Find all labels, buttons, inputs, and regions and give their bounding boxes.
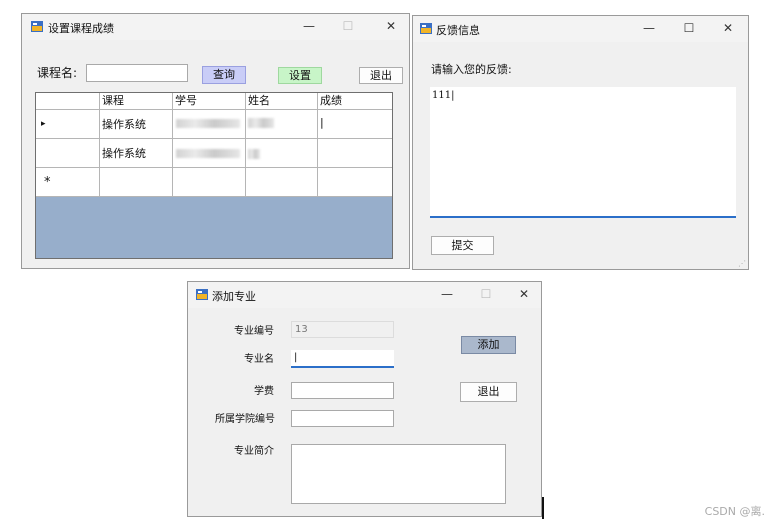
cell-course[interactable]: 操作系统 xyxy=(100,139,173,168)
row-indicator[interactable] xyxy=(36,139,100,168)
college-id-label: 所属学院编号 xyxy=(215,414,275,425)
feedback-prompt: 请输入您的反馈: xyxy=(431,63,512,76)
redacted-student-id xyxy=(176,119,240,128)
major-intro-textarea[interactable] xyxy=(291,444,506,504)
cell-grade[interactable] xyxy=(318,139,392,168)
app-icon xyxy=(196,289,208,300)
cell-grade-editing[interactable]: | xyxy=(318,110,392,139)
redacted-name xyxy=(248,149,260,159)
cell-name[interactable] xyxy=(246,168,318,197)
query-button[interactable]: 查询 xyxy=(202,66,246,84)
major-id-field: 13 xyxy=(291,321,394,338)
add-major-window: 添加专业 — ☐ ✕ 专业编号 13 专业名 | 学费 所属学院编号 专业简介 … xyxy=(187,281,542,517)
column-header-course[interactable]: 课程 xyxy=(100,93,173,110)
grade-window: 设置课程成绩 — ☐ ✕ 课程名: 查询 设置 退出 课程 学号 姓名 成绩 ▸… xyxy=(21,13,410,269)
column-header-grade[interactable]: 成绩 xyxy=(318,93,392,110)
close-icon[interactable]: ✕ xyxy=(383,19,399,33)
window-title: 设置课程成绩 xyxy=(48,22,114,35)
redacted-student-id xyxy=(176,149,240,158)
column-header-name[interactable]: 姓名 xyxy=(246,93,318,110)
major-id-label: 专业编号 xyxy=(234,326,274,337)
add-major-titlebar[interactable]: 添加专业 — ☐ ✕ xyxy=(188,282,541,308)
set-button[interactable]: 设置 xyxy=(278,67,322,84)
app-icon xyxy=(31,21,43,32)
tuition-label: 学费 xyxy=(254,386,274,397)
row-indicator-current[interactable]: ▸ xyxy=(36,110,100,139)
major-intro-label: 专业简介 xyxy=(234,446,274,457)
add-button[interactable]: 添加 xyxy=(461,336,516,354)
cell-course[interactable]: 操作系统 xyxy=(100,110,173,139)
exit-button[interactable]: 退出 xyxy=(359,67,403,84)
feedback-titlebar[interactable]: 反馈信息 — ☐ ✕ xyxy=(413,16,748,42)
minimize-icon[interactable]: — xyxy=(439,287,455,301)
app-icon xyxy=(420,23,432,34)
tuition-input[interactable] xyxy=(291,382,394,399)
maximize-icon: ☐ xyxy=(480,287,492,301)
minimize-icon[interactable]: — xyxy=(301,19,317,33)
maximize-icon: ☐ xyxy=(342,19,354,33)
cell-course[interactable] xyxy=(100,168,173,197)
close-icon[interactable]: ✕ xyxy=(516,287,532,301)
row-header-corner xyxy=(36,93,100,110)
watermark: CSDN @离. xyxy=(704,505,765,518)
cell-grade[interactable] xyxy=(318,168,392,197)
minimize-icon[interactable]: — xyxy=(641,21,657,35)
major-name-label: 专业名 xyxy=(244,354,274,365)
course-name-input[interactable] xyxy=(86,64,188,82)
window-edge-shadow xyxy=(542,497,544,519)
grade-titlebar[interactable]: 设置课程成绩 — ☐ ✕ xyxy=(22,14,409,40)
row-indicator-new[interactable]: * xyxy=(36,168,100,197)
close-icon[interactable]: ✕ xyxy=(720,21,736,35)
window-title: 添加专业 xyxy=(212,290,256,303)
column-header-student-id[interactable]: 学号 xyxy=(173,93,246,110)
submit-button[interactable]: 提交 xyxy=(431,236,494,255)
feedback-textarea[interactable]: 111| xyxy=(430,87,736,218)
feedback-window: 反馈信息 — ☐ ✕ 请输入您的反馈: 111| 提交 ⋰ xyxy=(412,15,749,270)
course-name-label: 课程名: xyxy=(37,66,78,80)
college-id-input[interactable] xyxy=(291,410,394,427)
data-grid[interactable]: 课程 学号 姓名 成绩 ▸ 操作系统 | 操作系统 * xyxy=(35,92,393,259)
redacted-name xyxy=(248,118,274,128)
maximize-icon[interactable]: ☐ xyxy=(681,21,697,35)
window-title: 反馈信息 xyxy=(436,24,480,37)
resize-grip-icon[interactable]: ⋰ xyxy=(738,259,746,268)
exit-button[interactable]: 退出 xyxy=(460,382,517,402)
major-name-input[interactable]: | xyxy=(291,350,394,368)
cell-student-id[interactable] xyxy=(173,168,246,197)
